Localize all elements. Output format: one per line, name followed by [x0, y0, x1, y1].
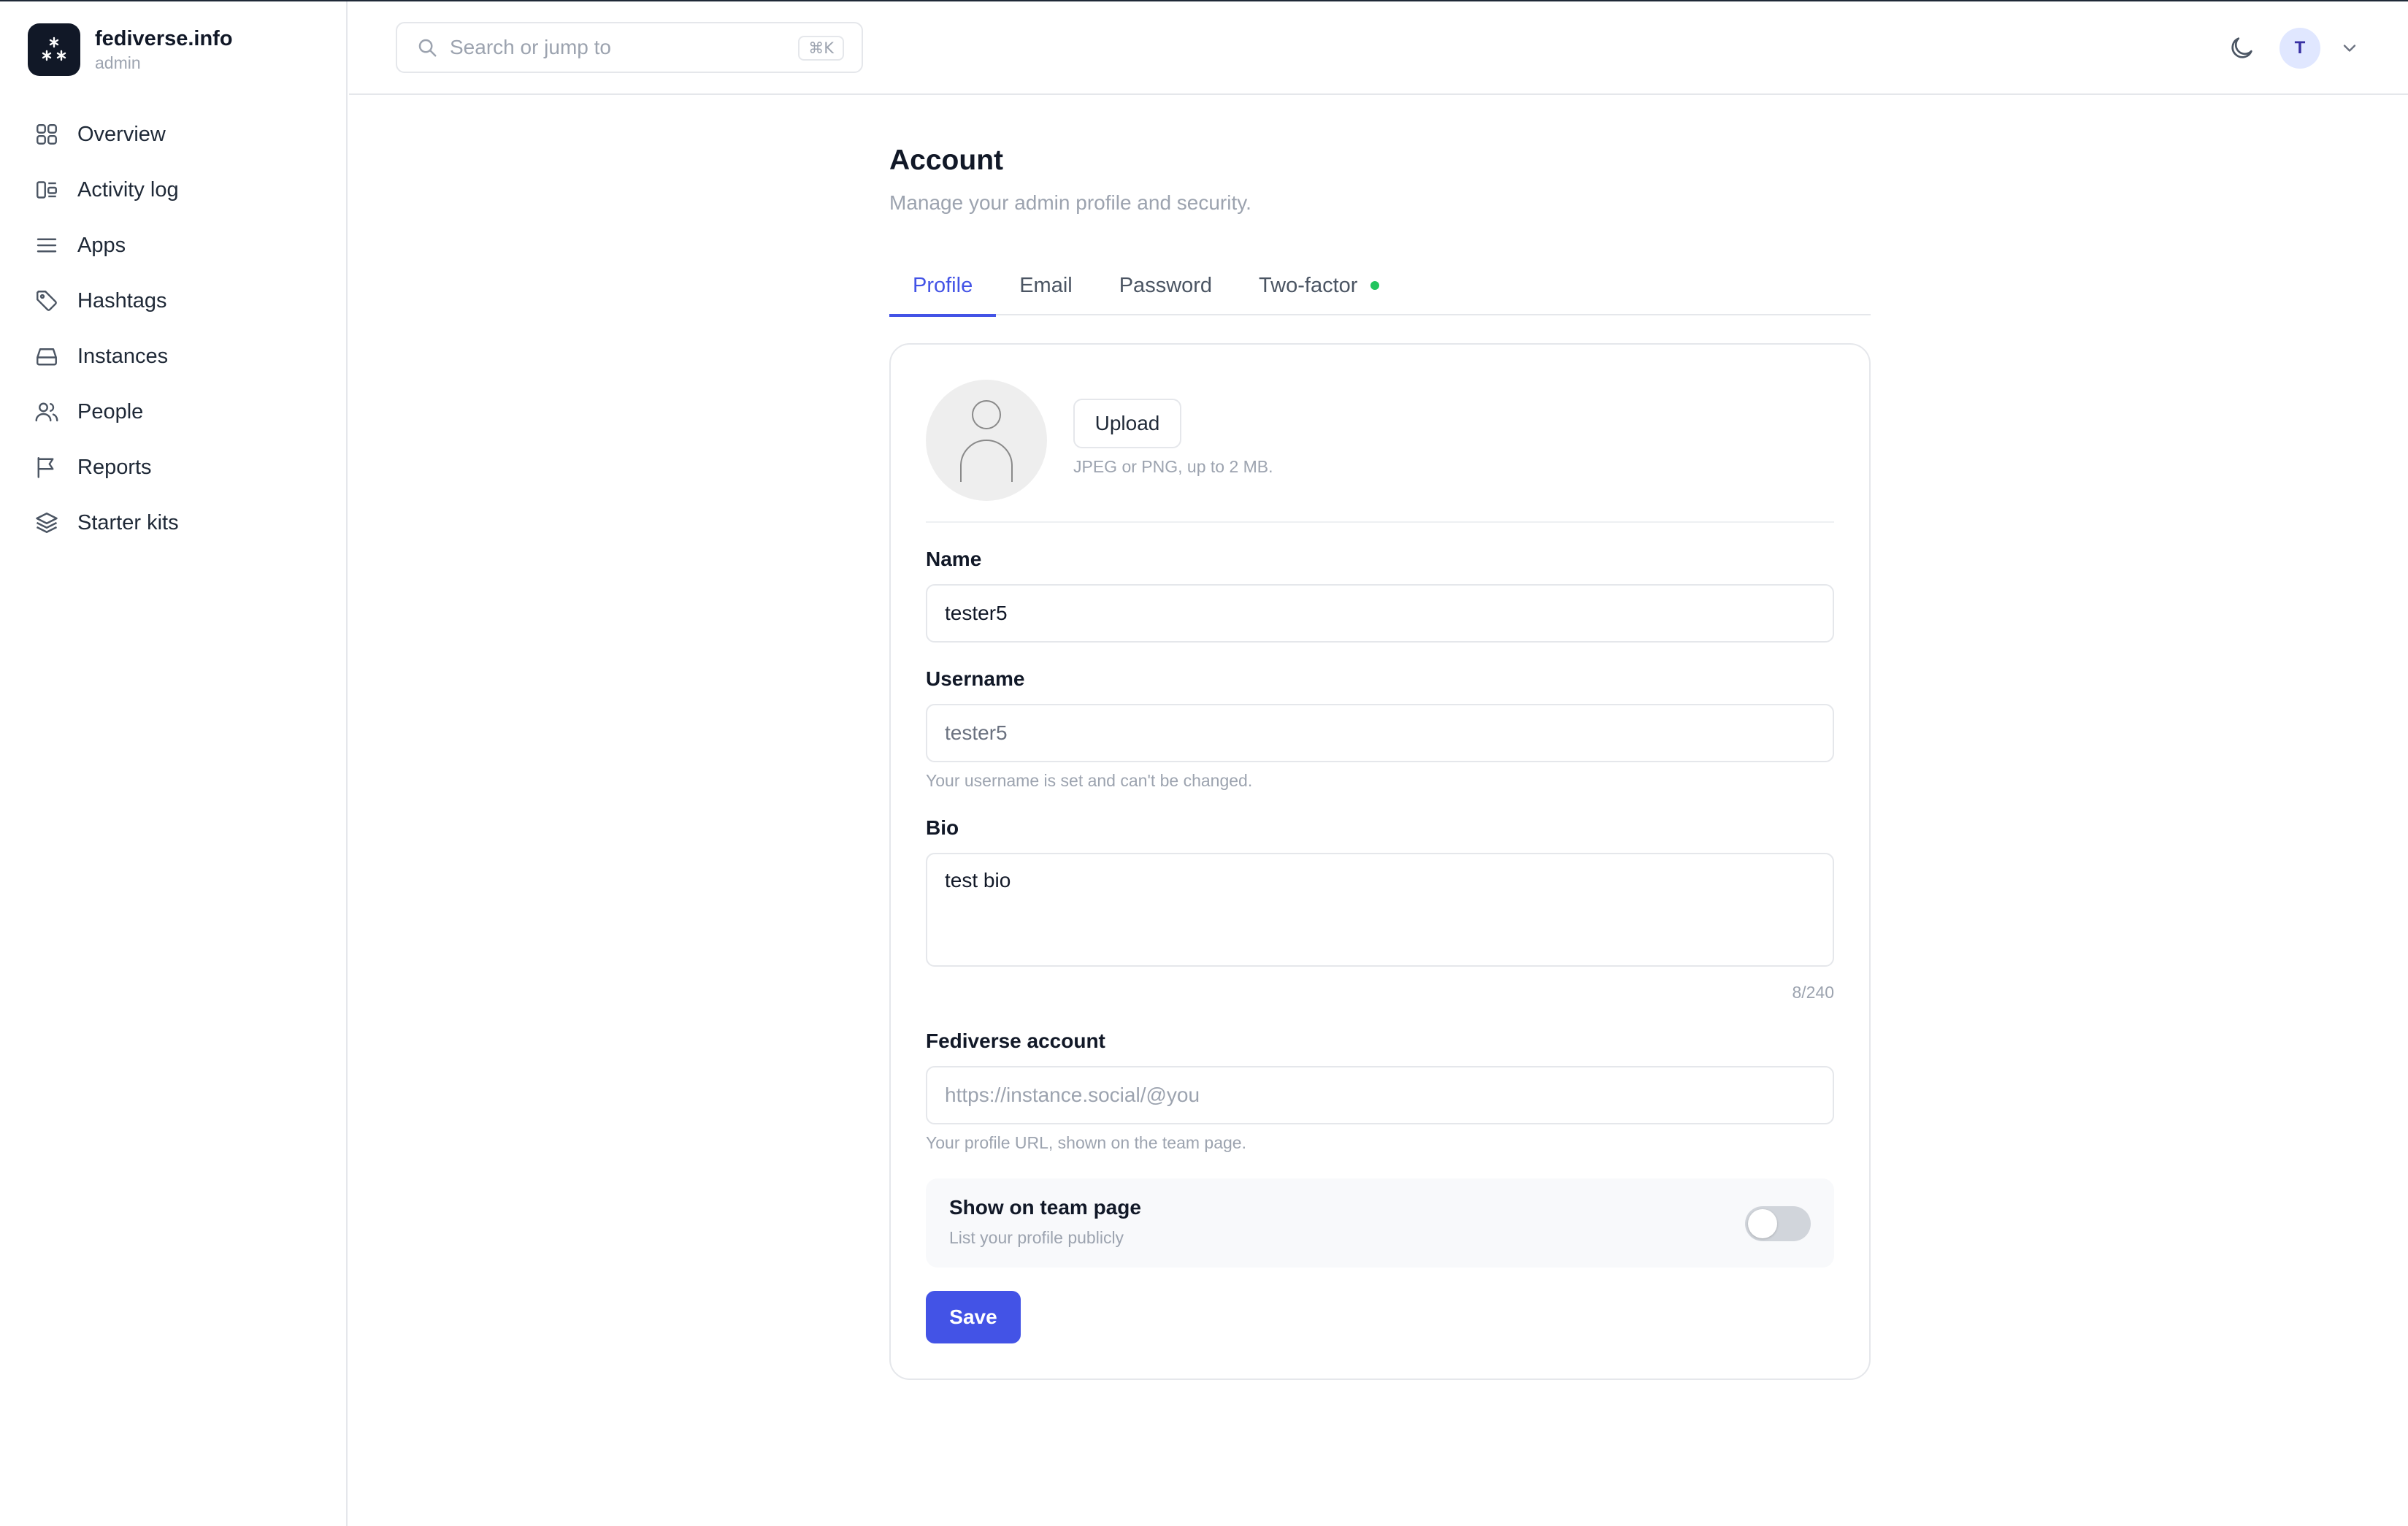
tag-icon: [37, 291, 57, 311]
team-page-subtitle: List your profile publicly: [949, 1228, 1124, 1247]
page-title: Account: [889, 145, 1003, 176]
sidebar: fediverse.info admin Overview Activity l…: [0, 1, 348, 1526]
page-subtitle: Manage your admin profile and security.: [889, 191, 1251, 214]
upload-hint: JPEG or PNG, up to 2 MB.: [1073, 457, 1273, 476]
top-header: ⌘K T: [349, 1, 2408, 95]
fediverse-hint: Your profile URL, shown on the team page…: [926, 1133, 1246, 1152]
sidebar-item-activity-log[interactable]: Activity log: [0, 162, 346, 218]
chevron-down-icon[interactable]: [2339, 38, 2360, 58]
search-box[interactable]: ⌘K: [396, 22, 863, 73]
brand[interactable]: fediverse.info admin: [28, 23, 233, 76]
sidebar-item-label: Hashtags: [77, 288, 167, 313]
bio-char-counter: 8/240: [1792, 983, 1834, 1002]
user-avatar[interactable]: T: [2279, 28, 2320, 69]
users-icon: [35, 402, 58, 422]
username-hint: Your username is set and can't be change…: [926, 771, 1253, 790]
username-label: Username: [926, 667, 1025, 690]
sidebar-item-label: Instances: [77, 344, 169, 368]
tab-email[interactable]: Email: [996, 256, 1096, 315]
activity-icon: [37, 181, 57, 199]
sidebar-item-label: Reports: [77, 455, 152, 479]
upload-button[interactable]: Upload: [1073, 399, 1181, 448]
snowflake-logo-icon: [28, 23, 80, 76]
sidebar-item-instances[interactable]: Instances: [0, 329, 346, 384]
profile-avatar: [926, 380, 1047, 501]
sidebar-item-label: Activity log: [77, 177, 179, 202]
fediverse-account-field[interactable]: [926, 1066, 1834, 1124]
search-icon: [418, 39, 437, 57]
tab-label: Password: [1119, 273, 1213, 297]
brand-title: fediverse.info: [95, 27, 233, 50]
save-button[interactable]: Save: [926, 1291, 1021, 1343]
fediverse-label: Fediverse account: [926, 1030, 1105, 1052]
sidebar-item-label: Overview: [77, 122, 166, 146]
brand-subtitle: admin: [95, 53, 141, 72]
account-tabs: Profile Email Password Two-factor: [889, 256, 1871, 317]
team-page-toggle[interactable]: [1745, 1206, 1811, 1241]
sidebar-item-apps[interactable]: Apps: [0, 218, 346, 273]
team-page-title: Show on team page: [949, 1196, 1141, 1219]
divider: [926, 521, 1834, 523]
moon-icon[interactable]: [2227, 34, 2256, 63]
status-dot-icon: [1370, 281, 1380, 290]
tab-two-factor[interactable]: Two-factor: [1235, 256, 1403, 315]
sidebar-item-reports[interactable]: Reports: [0, 440, 346, 495]
flag-icon: [37, 457, 54, 478]
layers-icon: [36, 513, 58, 533]
bio-textarea[interactable]: test bio: [926, 853, 1834, 967]
sidebar-item-people[interactable]: People: [0, 384, 346, 440]
sidebar-item-overview[interactable]: Overview: [0, 107, 346, 162]
toggle-knob: [1748, 1209, 1777, 1238]
profile-card: Upload JPEG or PNG, up to 2 MB. Name Use…: [889, 343, 1871, 1380]
shortcut-badge: ⌘K: [798, 36, 844, 61]
sidebar-nav: Overview Activity log Apps Hashtags Inst…: [0, 107, 346, 551]
sidebar-item-label: Starter kits: [77, 510, 179, 534]
name-field[interactable]: [926, 584, 1834, 643]
tab-label: Two-factor: [1259, 273, 1358, 297]
sidebar-item-label: People: [77, 399, 144, 423]
tab-label: Profile: [913, 273, 973, 297]
bio-label: Bio: [926, 816, 959, 839]
server-icon: [37, 348, 57, 366]
user-placeholder-icon: [960, 400, 1013, 482]
tab-label: Email: [1019, 273, 1073, 297]
tab-profile[interactable]: Profile: [889, 256, 997, 317]
search-input[interactable]: [450, 36, 771, 59]
sidebar-item-hashtags[interactable]: Hashtags: [0, 273, 346, 329]
menu-icon: [37, 238, 57, 253]
name-label: Name: [926, 548, 982, 570]
grid-icon: [37, 124, 57, 145]
tab-password[interactable]: Password: [1096, 256, 1235, 315]
username-field[interactable]: [926, 704, 1834, 762]
sidebar-item-starter-kits[interactable]: Starter kits: [0, 495, 346, 551]
team-page-setting: Show on team page List your profile publ…: [926, 1178, 1834, 1268]
sidebar-item-label: Apps: [77, 233, 126, 257]
